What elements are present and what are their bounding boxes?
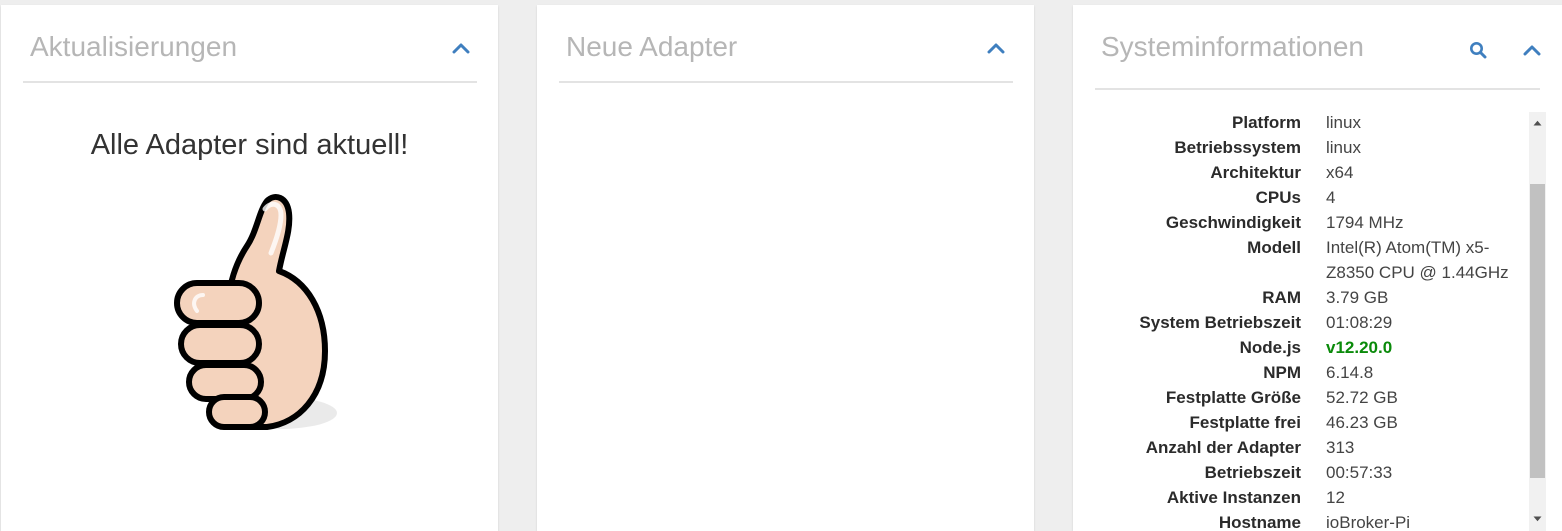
system-info-value: linux: [1326, 138, 1361, 157]
system-info-value: linux: [1326, 113, 1361, 132]
system-info-value: x64: [1326, 163, 1354, 182]
system-info-search-button[interactable]: [1465, 37, 1491, 63]
system-info-key: Node.js: [1239, 338, 1301, 357]
updates-card: Aktualisierungen Alle Adapter sind aktue…: [1, 5, 498, 531]
system-info-card-divider: [1095, 88, 1540, 90]
new-adapters-card: Neue Adapter: [537, 5, 1034, 531]
system-info-row: Festplatte Größe 52.72 GB: [1095, 385, 1531, 410]
system-info-row: RAM 3.79 GB: [1095, 285, 1531, 310]
new-adapters-collapse-button[interactable]: [983, 35, 1009, 61]
system-info-value: 4: [1326, 188, 1336, 207]
system-info-value: 01:08:29: [1326, 313, 1393, 332]
system-info-value: 12: [1326, 488, 1345, 507]
updates-card-title: Aktualisierungen: [30, 31, 238, 62]
system-info-value: 46.23 GB: [1326, 413, 1398, 432]
system-info-list: Platform linux Betriebssystem linux Arch…: [1095, 110, 1531, 531]
chevron-up-icon: [987, 43, 1005, 54]
system-info-value: 00:57:33: [1326, 463, 1393, 482]
system-info-row: NPM 6.14.8: [1095, 360, 1531, 385]
system-info-key: Hostname: [1218, 513, 1301, 531]
scroll-down-arrow[interactable]: [1529, 510, 1546, 527]
system-info-row: Geschwindigkeit 1794 MHz: [1095, 210, 1531, 235]
chevron-up-icon: [1523, 45, 1541, 56]
system-info-collapse-button[interactable]: [1519, 37, 1545, 63]
system-info-row: CPUs 4: [1095, 185, 1531, 210]
system-info-key: Modell: [1247, 238, 1301, 257]
system-info-value: Intel(R) Atom(TM) x5-Z8350 CPU @ 1.44GHz: [1326, 238, 1509, 282]
system-info-row: Modell Intel(R) Atom(TM) x5-Z8350 CPU @ …: [1095, 235, 1531, 285]
system-info-key: System Betriebszeit: [1139, 313, 1301, 332]
system-info-row: Architektur x64: [1095, 160, 1531, 185]
system-info-key: NPM: [1263, 363, 1301, 382]
system-info-key: Betriebssystem: [1174, 138, 1301, 157]
system-info-value: 1794 MHz: [1326, 213, 1404, 232]
system-info-key: Geschwindigkeit: [1165, 213, 1301, 232]
system-info-scrollbar[interactable]: [1529, 112, 1546, 531]
system-info-card: Systeminformationen Platform linux Betri…: [1073, 5, 1562, 531]
system-info-key: Anzahl der Adapter: [1145, 438, 1301, 457]
system-info-row: Betriebssystem linux: [1095, 135, 1531, 160]
new-adapters-card-title: Neue Adapter: [566, 31, 738, 62]
system-info-row: System Betriebszeit 01:08:29: [1095, 310, 1531, 335]
system-info-key: Platform: [1232, 113, 1301, 132]
system-info-key: Betriebszeit: [1204, 463, 1301, 482]
scroll-up-arrow[interactable]: [1529, 114, 1546, 131]
updates-card-divider: [23, 81, 477, 83]
scrollbar-thumb[interactable]: [1530, 184, 1545, 478]
system-info-key: CPUs: [1255, 188, 1301, 207]
system-info-key: RAM: [1262, 288, 1301, 307]
system-info-row: Aktive Instanzen 12: [1095, 485, 1531, 510]
system-info-row: Hostname ioBroker-Pi: [1095, 510, 1531, 531]
system-info-row: Betriebszeit 00:57:33: [1095, 460, 1531, 485]
system-info-row: Node.js v12.20.0: [1095, 335, 1531, 360]
new-adapters-card-divider: [559, 81, 1013, 83]
system-info-row: Platform linux: [1095, 110, 1531, 135]
node-version-value: v12.20.0: [1326, 338, 1393, 357]
search-icon: [1470, 42, 1487, 59]
system-info-row: Festplatte frei 46.23 GB: [1095, 410, 1531, 435]
system-info-key: Festplatte Größe: [1165, 388, 1301, 407]
system-info-card-title: Systeminformationen: [1101, 31, 1365, 62]
updates-collapse-button[interactable]: [448, 35, 474, 61]
system-info-value: 52.72 GB: [1326, 388, 1398, 407]
system-info-key: Aktive Instanzen: [1166, 488, 1301, 507]
system-info-key: Festplatte frei: [1189, 413, 1301, 432]
triangle-up-icon: [1533, 120, 1542, 125]
system-info-value: 6.14.8: [1326, 363, 1374, 382]
chevron-up-icon: [452, 43, 470, 54]
system-info-value: 313: [1326, 438, 1355, 457]
system-info-row: Anzahl der Adapter 313: [1095, 435, 1531, 460]
triangle-down-icon: [1533, 516, 1542, 521]
all-up-to-date-message: Alle Adapter sind aktuell!: [90, 129, 409, 161]
system-info-key: Architektur: [1210, 163, 1301, 182]
thumbs-up-icon: [174, 194, 337, 430]
system-info-value: ioBroker-Pi: [1326, 513, 1411, 531]
system-info-value: 3.79 GB: [1326, 288, 1389, 307]
